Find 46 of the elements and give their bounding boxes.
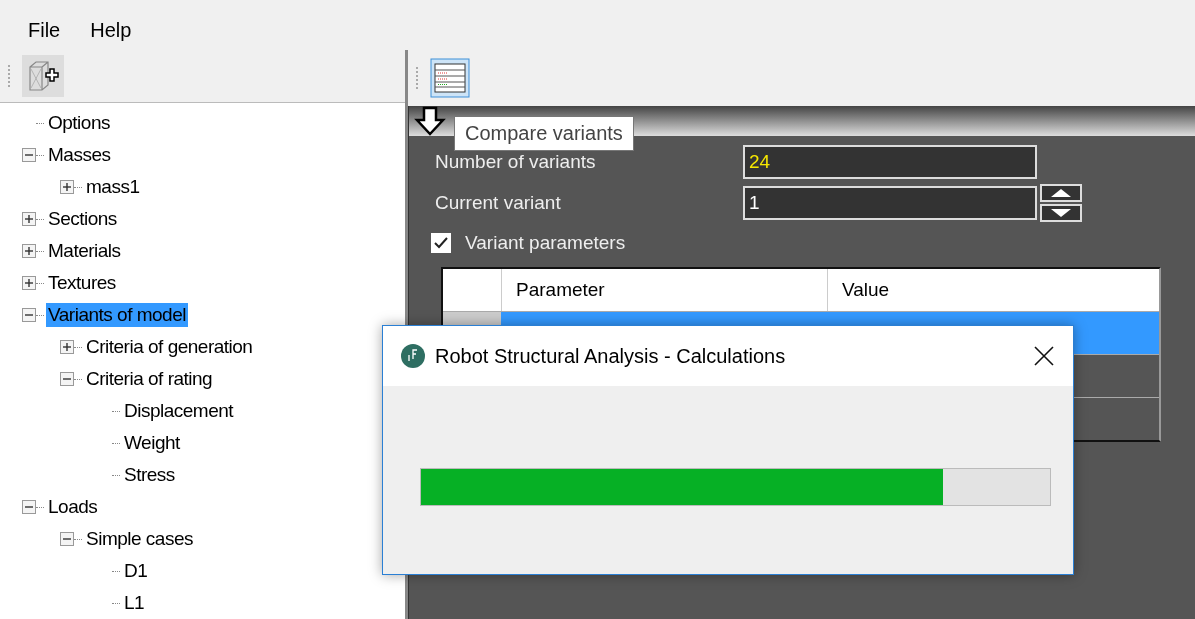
input-field[interactable]: 24 (743, 144, 1037, 179)
tree-expander-icon[interactable] (22, 308, 36, 322)
menu-item[interactable]: Help (90, 19, 132, 42)
add-box-icon[interactable] (22, 55, 64, 97)
column-header[interactable]: Value (828, 269, 1159, 311)
field-label: Number of variants (435, 150, 597, 173)
spin-down-button[interactable] (1040, 203, 1082, 222)
tree-item[interactable]: Sections (46, 207, 119, 231)
spin-up-button[interactable] (1040, 183, 1082, 202)
tree-item[interactable]: Criteria of generation (84, 335, 255, 359)
checkbox-label: Variant parameters (465, 232, 626, 254)
tree-expander-icon[interactable] (22, 212, 36, 226)
input-field[interactable]: 1 (743, 185, 1037, 220)
checkbox[interactable] (431, 233, 451, 253)
table-icon[interactable] (430, 58, 470, 98)
app-logo-icon (401, 344, 425, 368)
tree-item[interactable]: Materials (46, 239, 123, 263)
tree-item[interactable]: Stress (122, 463, 177, 487)
dialog-title: Robot Structural Analysis - Calculations (435, 344, 787, 368)
close-icon[interactable] (1033, 345, 1055, 367)
tree-item[interactable]: Textures (46, 271, 118, 295)
tooltip: Compare variants (454, 116, 634, 151)
tree-item[interactable]: Criteria of rating (84, 367, 215, 391)
down-triangle-icon (1049, 207, 1073, 218)
tree-expander-icon[interactable] (22, 276, 36, 290)
tree-expander-icon[interactable] (22, 244, 36, 258)
tree-item[interactable]: Weight (122, 431, 182, 455)
tree-item[interactable]: mass1 (84, 175, 142, 199)
tree-item[interactable]: Displacement (122, 399, 236, 423)
tree-item[interactable]: Options (46, 111, 112, 135)
menu-item[interactable]: File (28, 19, 61, 42)
tree-expander-icon[interactable] (60, 180, 74, 194)
tree-expander-icon[interactable] (60, 340, 74, 354)
field-label: Current variant (435, 191, 562, 214)
tree-item[interactable]: D1 (122, 559, 150, 583)
down-arrow-icon[interactable] (414, 106, 446, 136)
tree-expander-icon[interactable] (22, 500, 36, 514)
tree-item[interactable]: Loads (46, 495, 100, 519)
tree-item[interactable]: L1 (122, 591, 147, 615)
tree-expander-icon[interactable] (60, 372, 74, 386)
tree-item[interactable]: Simple cases (84, 527, 195, 551)
up-triangle-icon (1049, 187, 1073, 198)
tree-expander-icon[interactable] (60, 532, 74, 546)
tree-item[interactable]: Masses (46, 143, 113, 167)
tree-item[interactable]: Variants of model (46, 303, 188, 327)
tree-expander-icon[interactable] (22, 148, 36, 162)
